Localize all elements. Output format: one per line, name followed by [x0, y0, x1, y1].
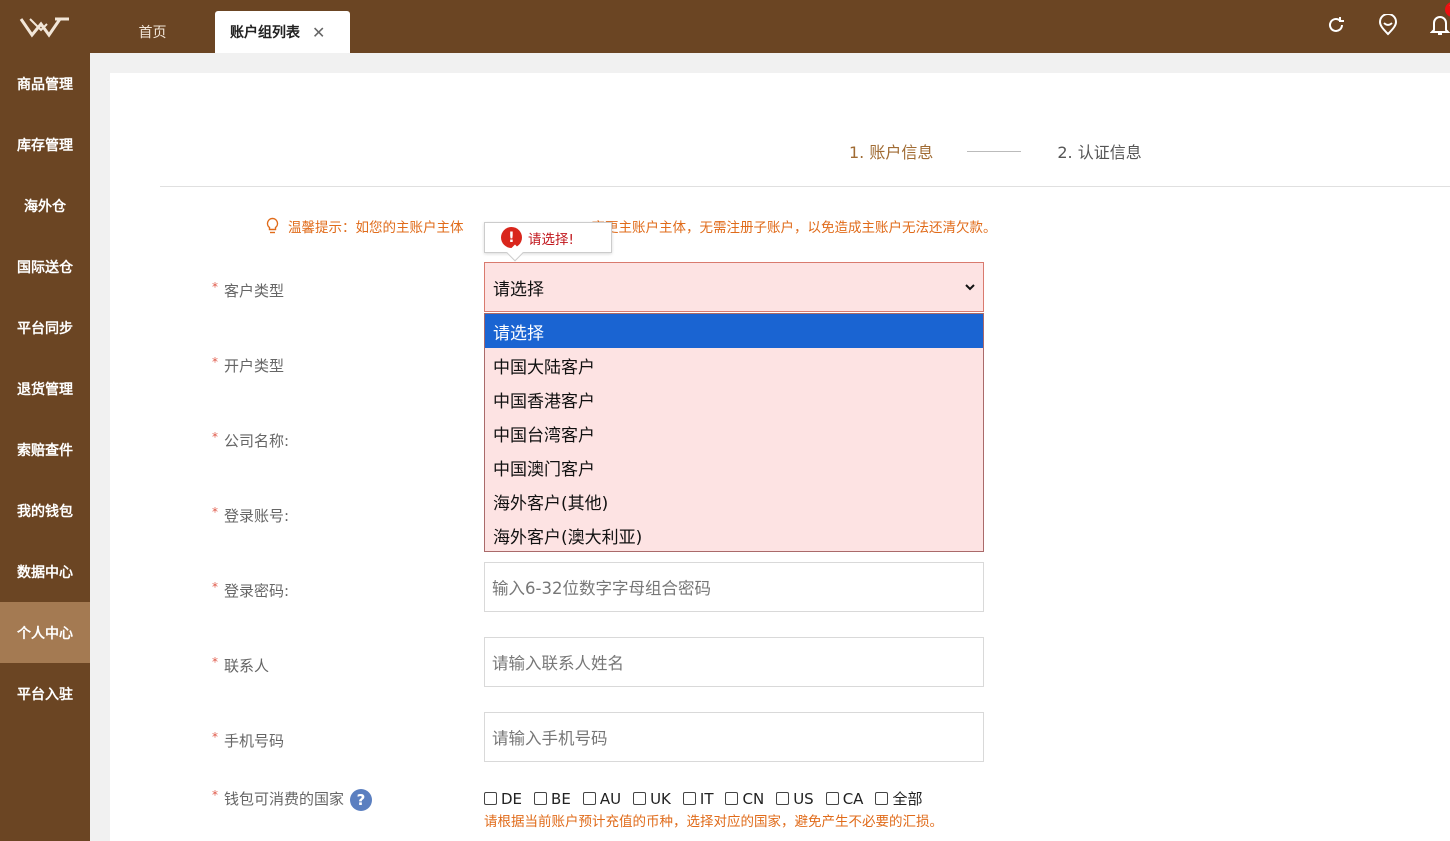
sidebar-item-platform-onboarding[interactable]: 平台入驻: [0, 663, 90, 724]
divider: [160, 186, 1450, 187]
dropdown-option[interactable]: 海外客户(其他): [485, 484, 983, 518]
dropdown-option[interactable]: 中国大陆客户: [485, 348, 983, 382]
top-bar: 首页 账户组列表 ✕ 7: [0, 0, 1450, 53]
step-verification-info: 2. 认证信息: [1057, 143, 1142, 162]
contact-name-input[interactable]: 请输入联系人姓名: [484, 637, 984, 687]
checkbox-box[interactable]: [582, 792, 596, 805]
checkbox-box[interactable]: [534, 792, 548, 805]
sidebar-item-returns[interactable]: 退货管理: [0, 358, 90, 419]
step-indicator: 1. 账户信息 2. 认证信息: [849, 139, 1142, 163]
sidebar-item-data-center[interactable]: 数据中心: [0, 541, 90, 602]
sidebar-item-inventory[interactable]: 库存管理: [0, 114, 90, 175]
warm-tip-text-after: 变更主账户主体，无需注册子账户，以免造成主账户无法还清欠款。: [591, 220, 997, 236]
dropdown-option[interactable]: 中国澳门客户: [485, 450, 983, 484]
currency-hint: 请根据当前账户预计充值的币种，选择对应的国家，避免产生不必要的汇损。: [484, 814, 943, 830]
company-name-label: * 公司名称:: [212, 430, 290, 450]
contact-label: * 联系人: [212, 655, 270, 675]
tab-account-group-list-label: 账户组列表: [230, 25, 300, 41]
sidebar-item-wallet[interactable]: 我的钱包: [0, 480, 90, 541]
customer-type-dropdown: 请选择 中国大陆客户 中国香港客户 中国台湾客户 中国澳门客户 海外客户(其他)…: [484, 313, 984, 552]
contact-placeholder: 请输入联系人姓名: [492, 654, 624, 673]
checkbox-uk[interactable]: UK: [633, 790, 671, 808]
customer-type-selected-value: 请选择: [493, 279, 544, 300]
checkbox-box[interactable]: [825, 792, 839, 805]
warm-tip-text-before: 温馨提示：如您的主账户主体: [288, 220, 464, 236]
close-icon[interactable]: ✕: [312, 23, 325, 42]
tab-account-group-list[interactable]: 账户组列表 ✕: [215, 11, 350, 53]
checkbox-cn[interactable]: CN: [725, 790, 764, 808]
validation-message: 请选择!: [528, 231, 574, 248]
checkbox-be[interactable]: BE: [534, 790, 571, 808]
account-type-label: * 开户类型: [212, 355, 285, 375]
sidebar-item-international-delivery[interactable]: 国际送仓: [0, 236, 90, 297]
warm-tip: 温馨提示：如您的主账户主体 变更主账户主体，无需注册子账户，以免造成主账户无法还…: [265, 216, 997, 236]
sidebar: 商品管理 库存管理 海外仓 国际送仓 平台同步 退货管理 索赔查件 我的钱包 数…: [0, 53, 90, 841]
validation-tooltip: ! 请选择!: [484, 222, 612, 262]
logo[interactable]: [0, 0, 90, 53]
tab-home[interactable]: 首页: [120, 11, 185, 53]
logo-icon: [19, 17, 69, 38]
dropdown-option[interactable]: 海外客户(澳大利亚): [485, 518, 983, 552]
wallet-countries-label: * 钱包可消费的国家?: [212, 788, 373, 811]
login-password-label: * 登录密码:: [212, 580, 290, 600]
sidebar-item-products[interactable]: 商品管理: [0, 53, 90, 114]
checkbox-box[interactable]: [776, 792, 790, 805]
checkbox-box[interactable]: [484, 792, 497, 805]
checkbox-au[interactable]: AU: [582, 790, 621, 808]
sidebar-item-platform-sync[interactable]: 平台同步: [0, 297, 90, 358]
customer-type-select[interactable]: 请选择: [484, 262, 984, 312]
checkbox-us[interactable]: US: [776, 790, 814, 808]
checkbox-ca[interactable]: CA: [825, 790, 863, 808]
phone-input[interactable]: 请输入手机号码: [484, 712, 984, 762]
dropdown-option[interactable]: 请选择: [485, 314, 983, 348]
help-icon[interactable]: ?: [350, 788, 373, 811]
password-placeholder: 输入6-32位数字字母组合密码: [492, 579, 711, 598]
checkbox-de[interactable]: DE: [484, 790, 522, 808]
checkbox-box[interactable]: [633, 792, 647, 805]
step-connector: [967, 150, 1022, 152]
step-account-info: 1. 账户信息: [849, 143, 934, 162]
error-icon: !: [501, 227, 522, 248]
chevron-down-icon: [965, 284, 975, 291]
dropdown-option[interactable]: 中国香港客户: [485, 382, 983, 416]
checkbox-box[interactable]: [725, 792, 739, 805]
location-icon[interactable]: [1374, 10, 1402, 40]
checkbox-all[interactable]: 全部: [875, 788, 922, 809]
checkbox-box[interactable]: [682, 792, 696, 805]
sidebar-item-claims[interactable]: 索赔查件: [0, 419, 90, 480]
phone-label: * 手机号码: [212, 730, 285, 750]
login-account-label: * 登录账号:: [212, 505, 290, 525]
checkbox-it[interactable]: IT: [682, 790, 713, 808]
password-input[interactable]: 输入6-32位数字字母组合密码: [484, 562, 984, 612]
refresh-icon[interactable]: [1322, 10, 1350, 40]
lightbulb-icon: [266, 217, 279, 234]
sidebar-item-personal-center[interactable]: 个人中心: [0, 602, 90, 663]
bell-icon[interactable]: 7: [1426, 2, 1450, 40]
country-checkbox-group: DE BE AU UK IT CN US CA 全部: [484, 788, 934, 809]
sidebar-item-overseas-warehouse[interactable]: 海外仓: [0, 175, 90, 236]
checkbox-box[interactable]: [875, 792, 889, 805]
tab-home-label: 首页: [138, 25, 167, 41]
dropdown-option[interactable]: 中国台湾客户: [485, 416, 983, 450]
phone-placeholder: 请输入手机号码: [492, 729, 608, 748]
customer-type-label: * 客户类型: [212, 280, 285, 300]
